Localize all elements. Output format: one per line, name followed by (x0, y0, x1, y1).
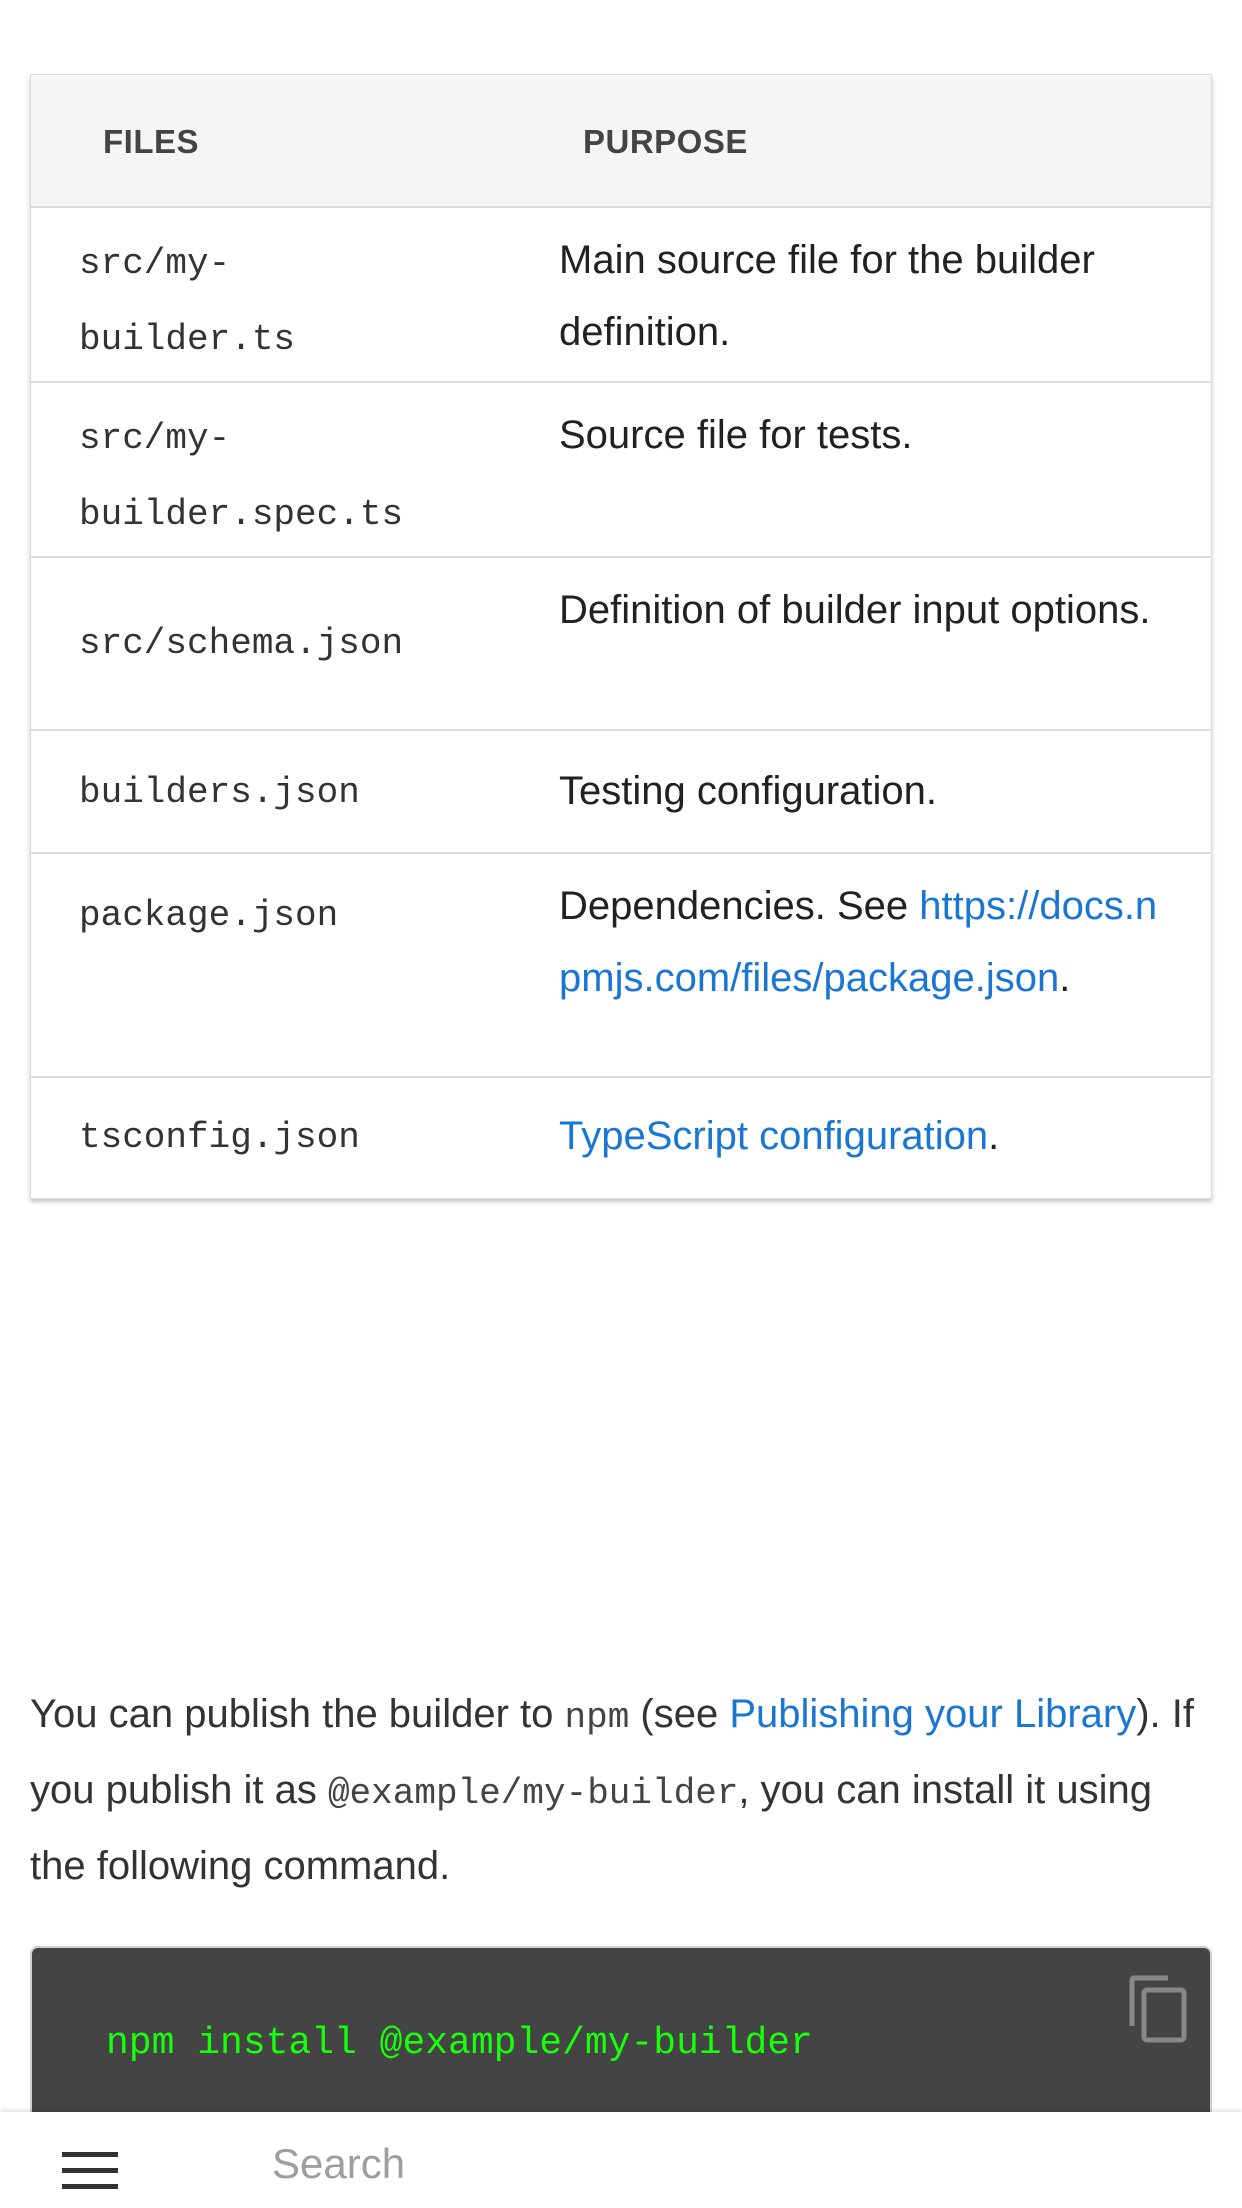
table-header: FILES PURPOSE (31, 75, 1211, 208)
hamburger-menu-icon[interactable] (62, 2150, 118, 2192)
paragraph-text: You can publish the builder to (30, 1692, 565, 1736)
purpose-text: Dependencies. See (559, 884, 920, 928)
file-cell: src/my-builder.ts (79, 243, 296, 360)
typescript-configuration-link[interactable]: TypeScript configuration (559, 1114, 988, 1158)
file-cell: src/schema.json (79, 623, 404, 664)
inline-code-npm: npm (564, 1697, 630, 1738)
purpose-suffix: . (1059, 956, 1071, 1000)
purpose-suffix: . (988, 1114, 1000, 1158)
table-row: builders.json Testing configuration. (31, 731, 1211, 854)
purpose-cell: Source file for tests. (559, 413, 913, 457)
files-table: FILES PURPOSE src/my-builder.ts Main sou… (30, 74, 1212, 1199)
page: FILES PURPOSE src/my-builder.ts Main sou… (0, 0, 1242, 2208)
paragraph-text: (see (629, 1692, 730, 1736)
bottom-search-bar (0, 2112, 1242, 2208)
table-row: src/my-builder.spec.ts Source file for t… (31, 383, 1211, 558)
copy-icon[interactable] (1128, 1974, 1188, 2044)
publishing-your-library-link[interactable]: Publishing your Library (729, 1692, 1136, 1736)
table-row: src/my-builder.ts Main source file for t… (31, 208, 1211, 383)
column-header-purpose: PURPOSE (583, 123, 748, 160)
search-input[interactable] (272, 2134, 1172, 2194)
file-cell: package.json (79, 895, 339, 936)
column-header-files: FILES (103, 123, 200, 160)
file-cell: tsconfig.json (79, 1117, 360, 1158)
purpose-cell: Definition of builder input options. (559, 588, 1151, 632)
table-row: package.json Dependencies. See https://d… (31, 854, 1211, 1078)
inline-code-package: @example/my-builder (327, 1773, 739, 1814)
purpose-cell: Testing configuration. (559, 769, 938, 813)
purpose-cell: Main source file for the builder definit… (559, 238, 1095, 354)
purpose-cell: Dependencies. See https://docs.npmjs.com… (559, 870, 1159, 1014)
table-row: tsconfig.json TypeScript configuration. (31, 1078, 1211, 1198)
file-cell: src/my-builder.spec.ts (79, 418, 404, 535)
install-command: npm install @example/my-builder (106, 2022, 813, 2065)
purpose-cell: TypeScript configuration. (559, 1100, 1179, 1172)
publish-paragraph: You can publish the builder to npm (see … (30, 1678, 1212, 1903)
file-cell: builders.json (79, 772, 360, 813)
table-row: src/schema.json Definition of builder in… (31, 558, 1211, 731)
